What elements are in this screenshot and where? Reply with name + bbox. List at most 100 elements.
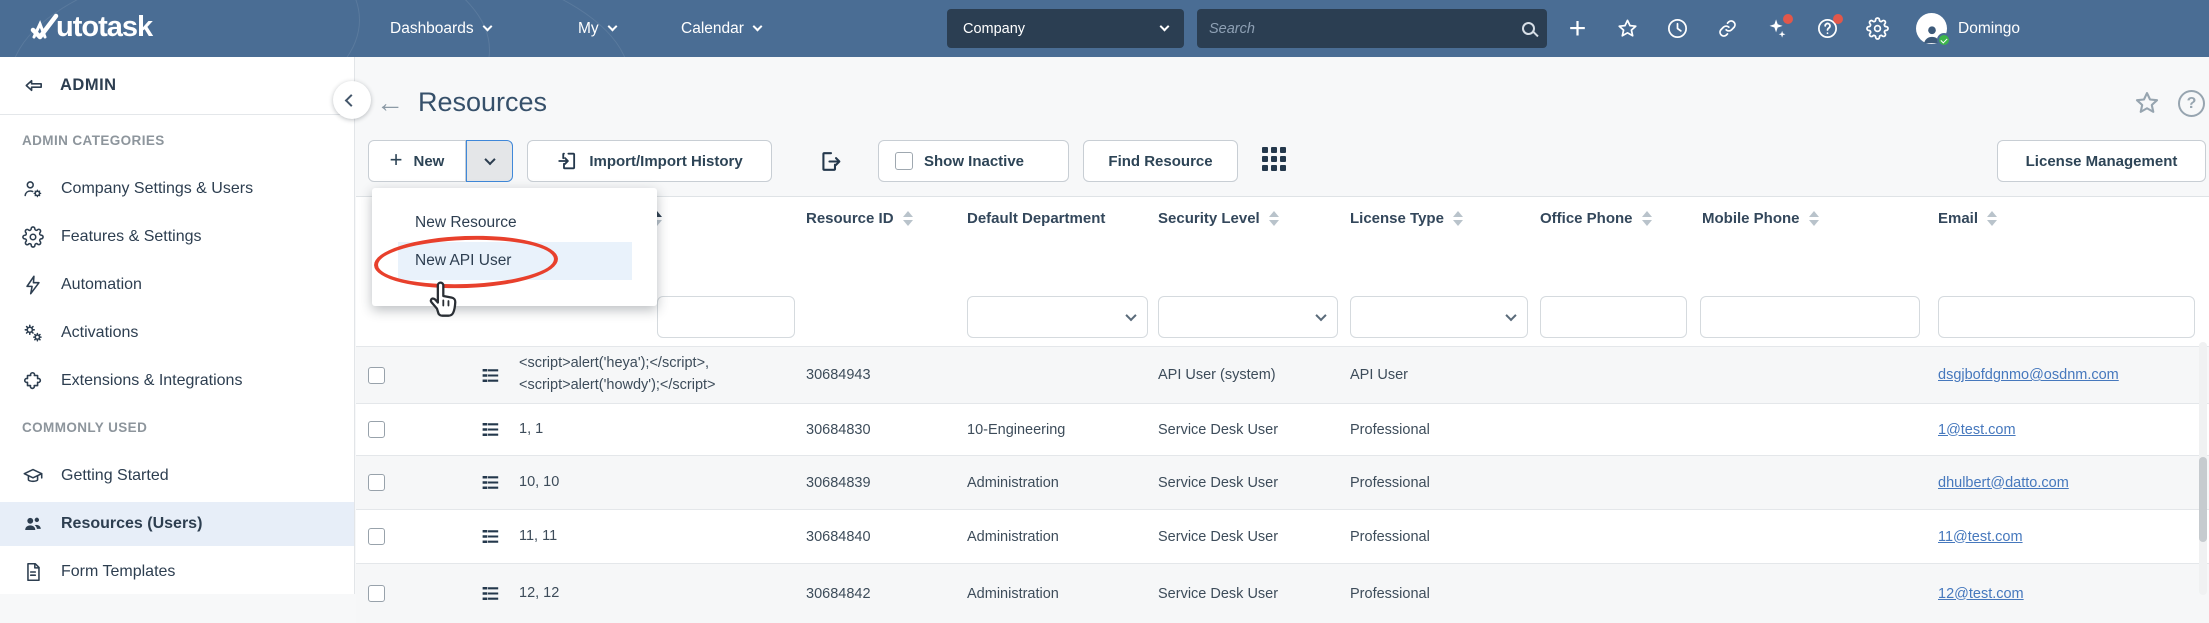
security-level: Service Desk User bbox=[1152, 529, 1344, 545]
table-row: 11, 11 30684840 Administration Service D… bbox=[356, 509, 2209, 563]
sort-indicator[interactable] bbox=[1269, 211, 1279, 226]
chevron-down-icon bbox=[1160, 22, 1170, 32]
settings-gear-icon[interactable] bbox=[1866, 17, 1889, 40]
column-header-license-type[interactable]: License Type bbox=[1344, 210, 1534, 227]
main-content: ← Resources ? + New Import/Import Histor… bbox=[356, 57, 2209, 594]
row-context-menu-icon[interactable] bbox=[481, 527, 500, 546]
license-type: API User bbox=[1344, 367, 1534, 383]
sidebar-item-extensions-integrations[interactable]: Extensions & Integrations bbox=[0, 359, 354, 403]
email-link[interactable]: 11@test.com bbox=[1938, 529, 2023, 545]
show-inactive-checkbox[interactable] bbox=[895, 152, 913, 170]
page-back-arrow[interactable]: ← bbox=[376, 87, 404, 119]
find-resource-button[interactable]: Find Resource bbox=[1083, 140, 1238, 182]
show-inactive-toggle[interactable]: Show Inactive bbox=[878, 140, 1069, 182]
sidebar-item-features-settings[interactable]: Features & Settings bbox=[0, 215, 354, 259]
column-header-security-level[interactable]: Security Level bbox=[1152, 210, 1344, 227]
column-header-default-department[interactable]: Default Department bbox=[961, 210, 1152, 227]
sidebar-item-label: Company Settings & Users bbox=[61, 180, 253, 198]
row-context-menu-icon[interactable] bbox=[481, 473, 500, 492]
row-checkbox[interactable] bbox=[368, 367, 385, 384]
nav-menu-my[interactable]: My bbox=[578, 0, 616, 57]
navbar-icon-row: + Domingo bbox=[1566, 0, 2020, 57]
column-header-email[interactable]: Email bbox=[1932, 210, 2209, 227]
default-department: Administration bbox=[961, 475, 1152, 491]
column-header-mobile-phone[interactable]: Mobile Phone bbox=[1696, 210, 1932, 227]
favorites-star-icon[interactable] bbox=[1616, 17, 1639, 40]
sort-indicator[interactable] bbox=[1987, 211, 1997, 226]
search-icon[interactable] bbox=[1522, 22, 1535, 35]
table-row: 12, 12 30684842 Administration Service D… bbox=[356, 563, 2209, 623]
chevron-down-icon bbox=[1505, 310, 1516, 321]
new-button[interactable]: + New bbox=[368, 140, 466, 182]
email-link[interactable]: 1@test.com bbox=[1938, 422, 2016, 438]
copilot-sparkle-icon[interactable] bbox=[1766, 17, 1789, 40]
email-link[interactable]: dsgjbofdgnmo@osdnm.com bbox=[1938, 367, 2119, 383]
sort-indicator[interactable] bbox=[1809, 211, 1819, 226]
license-type-filter-select[interactable] bbox=[1350, 296, 1528, 338]
new-dropdown-toggle[interactable] bbox=[466, 140, 513, 182]
table-scrollbar-thumb[interactable] bbox=[2199, 457, 2207, 542]
default-department-filter-select[interactable] bbox=[967, 296, 1148, 338]
sidebar-item-label: Features & Settings bbox=[61, 228, 202, 246]
menu-item-new-resource[interactable]: New Resource bbox=[372, 204, 657, 242]
resource-id: 30684943 bbox=[800, 367, 961, 383]
mobile-phone-filter-input[interactable] bbox=[1700, 296, 1920, 338]
license-management-label: License Management bbox=[2026, 153, 2178, 170]
help-icon[interactable] bbox=[1816, 17, 1839, 40]
row-context-menu-icon[interactable] bbox=[481, 366, 500, 385]
resource-id: 30684830 bbox=[800, 422, 961, 438]
chevron-down-icon bbox=[607, 22, 617, 32]
user-name[interactable]: Domingo bbox=[1958, 20, 2020, 38]
security-level-filter-select[interactable] bbox=[1158, 296, 1338, 338]
sort-indicator[interactable] bbox=[1642, 211, 1652, 226]
lightning-icon bbox=[22, 274, 44, 296]
column-chooser-grid-icon[interactable] bbox=[1262, 147, 1286, 171]
license-management-button[interactable]: License Management bbox=[1997, 140, 2206, 182]
global-search bbox=[1197, 9, 1547, 48]
license-type: Professional bbox=[1344, 529, 1534, 545]
email-link[interactable]: dhulbert@datto.com bbox=[1938, 475, 2069, 491]
sidebar-item-label: Getting Started bbox=[61, 467, 169, 485]
nav-menu-calendar[interactable]: Calendar bbox=[681, 0, 761, 57]
office-phone-filter-input[interactable] bbox=[1540, 296, 1687, 338]
row-checkbox[interactable] bbox=[368, 421, 385, 438]
sidebar-header-admin[interactable]: ADMIN bbox=[0, 57, 354, 115]
add-icon[interactable]: + bbox=[1566, 17, 1589, 40]
row-checkbox[interactable] bbox=[368, 474, 385, 491]
autotask-logo[interactable]: utotask bbox=[26, 10, 152, 44]
security-level: Service Desk User bbox=[1152, 422, 1344, 438]
sidebar-item-resources-users[interactable]: Resources (Users) bbox=[0, 502, 354, 546]
puzzle-icon bbox=[22, 370, 44, 392]
chevron-down-icon bbox=[482, 22, 492, 32]
history-clock-icon[interactable] bbox=[1666, 17, 1689, 40]
row-checkbox[interactable] bbox=[368, 528, 385, 545]
page-help-icon[interactable]: ? bbox=[2178, 90, 2205, 117]
sidebar-item-label: Resources (Users) bbox=[61, 515, 202, 533]
row-context-menu-icon[interactable] bbox=[481, 420, 500, 439]
gears-icon bbox=[22, 322, 44, 344]
find-resource-label: Find Resource bbox=[1108, 153, 1212, 170]
favorite-page-star-icon[interactable] bbox=[2133, 89, 2161, 122]
search-input[interactable] bbox=[1209, 21, 1514, 37]
links-icon[interactable] bbox=[1716, 17, 1739, 40]
menu-item-new-api-user[interactable]: New API User bbox=[398, 242, 632, 280]
import-button[interactable]: Import/Import History bbox=[527, 140, 772, 182]
sidebar-item-company-settings-users[interactable]: Company Settings & Users bbox=[0, 167, 354, 211]
company-search-category-select[interactable]: Company bbox=[947, 9, 1184, 48]
column-header-office-phone[interactable]: Office Phone bbox=[1534, 210, 1696, 227]
name-filter-input[interactable] bbox=[657, 296, 795, 338]
sidebar-item-activations[interactable]: Activations bbox=[0, 311, 354, 355]
resource-id: 30684840 bbox=[800, 529, 961, 545]
user-avatar[interactable] bbox=[1916, 13, 1947, 44]
sidebar-collapse-button[interactable] bbox=[333, 81, 371, 119]
export-button[interactable] bbox=[818, 149, 843, 179]
sidebar-item-getting-started[interactable]: Getting Started bbox=[0, 454, 354, 498]
sidebar-item-label: Automation bbox=[61, 276, 142, 294]
email-filter-input[interactable] bbox=[1938, 296, 2195, 338]
sort-indicator[interactable] bbox=[1453, 211, 1463, 226]
nav-menu-dashboards[interactable]: Dashboards bbox=[390, 0, 491, 57]
column-header-resource-id[interactable]: Resource ID bbox=[800, 210, 961, 227]
sidebar-item-form-templates[interactable]: Form Templates bbox=[0, 550, 354, 594]
sidebar-item-automation[interactable]: Automation bbox=[0, 263, 354, 307]
sort-indicator[interactable] bbox=[903, 211, 913, 226]
